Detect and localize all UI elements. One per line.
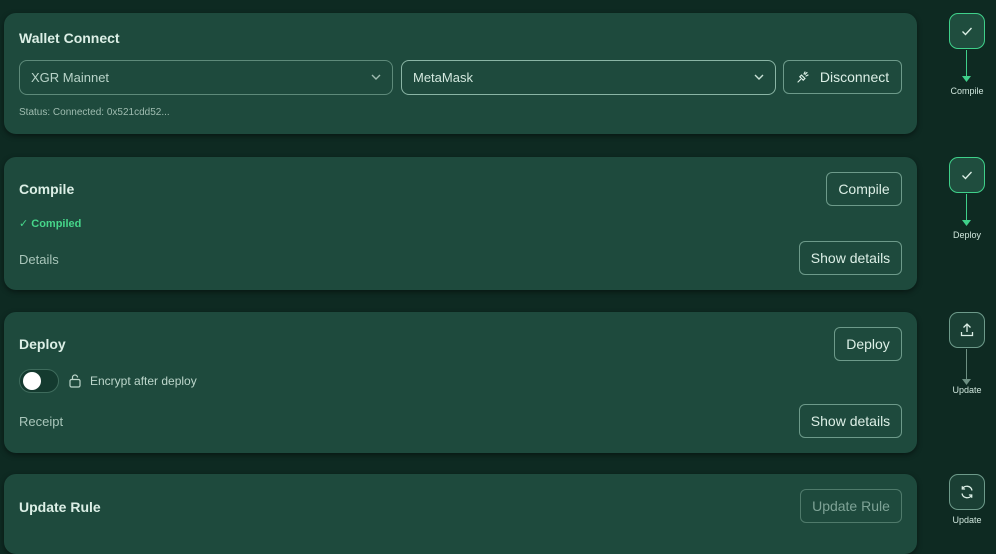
wallet-connect-title: Wallet Connect [19,30,120,46]
step-label-compile: Compile [950,86,984,96]
step-update[interactable] [949,312,985,348]
step-label-update-rule: Update [952,515,982,525]
disconnect-button[interactable]: Disconnect [783,60,902,94]
network-select[interactable]: XGR Mainnet [19,60,393,95]
connection-status: Status: Connected: 0x521cdd52... [19,107,170,118]
compile-card: Compile Compile ✓ Compiled Details Show … [4,157,917,290]
update-rule-card: Update Rule Update Rule [4,474,917,554]
toggle-knob [23,372,41,390]
chevron-down-icon [371,74,381,80]
compile-details-label: Details [19,252,59,267]
check-icon [962,27,972,36]
wallet-provider-value: MetaMask [413,70,473,85]
lock-icon [69,374,81,388]
compile-title: Compile [19,181,75,197]
deploy-card: Deploy Deploy Encrypt after deploy Recei… [4,312,917,453]
encrypt-toggle[interactable] [19,369,59,393]
step-deploy[interactable] [949,157,985,193]
arrow-down-icon [962,220,971,226]
unplug-icon [797,71,809,83]
chevron-down-icon [754,74,764,80]
step-connector [966,194,967,220]
receipt-label: Receipt [19,414,64,429]
arrow-down-icon [962,76,971,82]
upload-icon [960,323,974,337]
compile-button[interactable]: Compile [826,172,902,206]
disconnect-label: Disconnect [819,69,890,85]
refresh-icon [961,485,973,499]
wallet-connect-card: Wallet Connect XGR Mainnet MetaMask Disc… [4,13,917,134]
step-label-deploy: Deploy [952,230,981,240]
wallet-provider-select[interactable]: MetaMask [401,60,776,95]
step-label-update: Update [952,385,982,395]
deploy-title: Deploy [19,336,66,352]
compile-show-details-button[interactable]: Show details [799,241,902,275]
step-connector [966,349,967,379]
step-compile[interactable] [949,13,985,49]
step-connector [966,50,967,76]
step-update-rule[interactable] [949,474,985,510]
update-rule-button[interactable]: Update Rule [800,489,902,523]
deploy-show-details-button[interactable]: Show details [799,404,902,438]
encrypt-label: Encrypt after deploy [90,374,197,388]
compiled-status: ✓ Compiled [19,218,82,230]
deploy-button[interactable]: Deploy [834,327,902,361]
network-select-value: XGR Mainnet [31,70,110,85]
update-rule-title: Update Rule [19,499,101,515]
check-icon [962,171,972,180]
